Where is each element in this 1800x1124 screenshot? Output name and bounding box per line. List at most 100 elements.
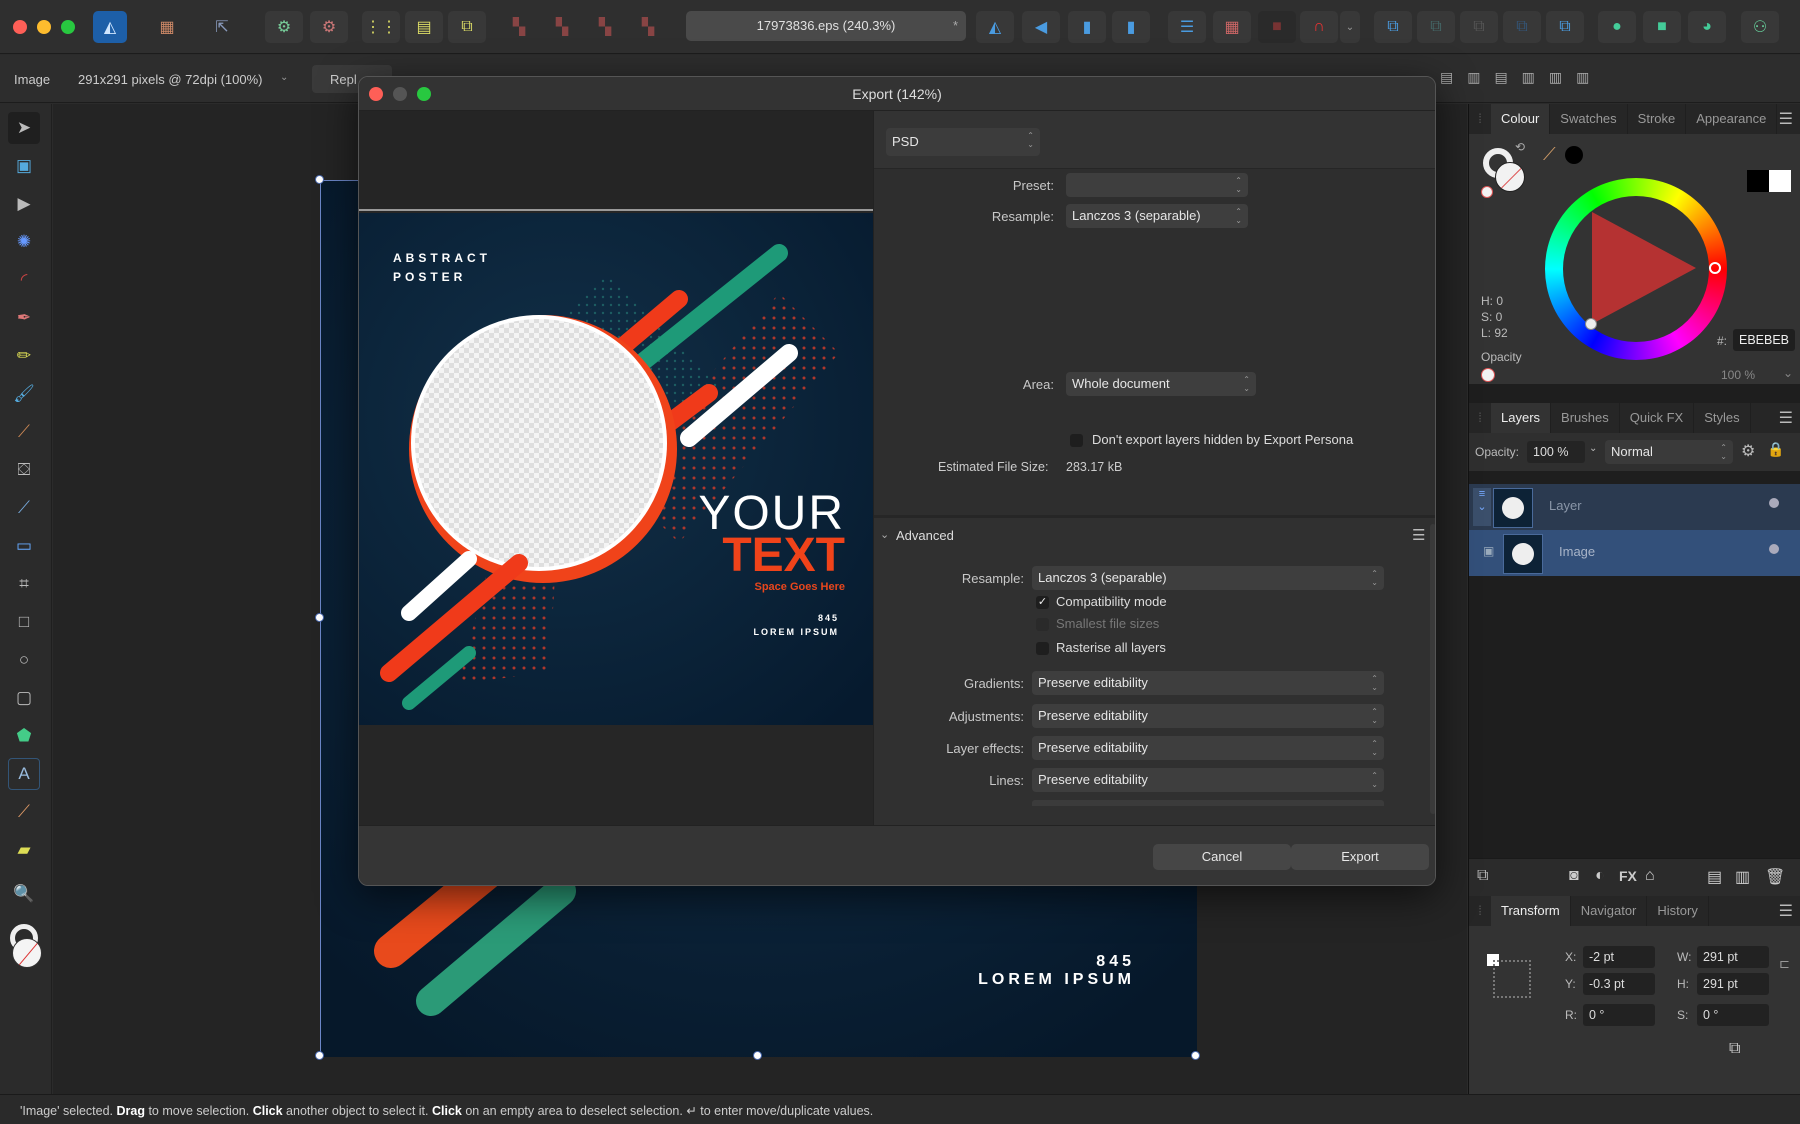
paint-brush-tool-icon[interactable]: ⟋ <box>8 416 40 448</box>
flip-horizontal-icon[interactable]: ◭ <box>976 11 1014 43</box>
rectangle-tool-icon[interactable]: □ <box>8 606 40 638</box>
insert-inside-icon[interactable]: ◕ <box>1688 11 1726 43</box>
lines-select[interactable]: Preserve editability <box>1032 768 1384 792</box>
panel-grip-icon[interactable]: ⁞ <box>1469 403 1491 433</box>
color-picker-tool-icon[interactable]: ⟋ <box>8 796 40 828</box>
boolean-add-icon[interactable]: ⧉ <box>1374 11 1412 43</box>
adv-resample-select[interactable]: Lanczos 3 (separable) <box>1032 566 1384 590</box>
transform-options-icon[interactable]: ⧉ <box>1729 1040 1740 1058</box>
tab-navigator[interactable]: Navigator <box>1571 896 1648 926</box>
selection-handle-br[interactable] <box>1191 1051 1200 1060</box>
layer-name[interactable]: Layer <box>1549 498 1582 513</box>
dialog-zoom-button[interactable] <box>417 87 431 101</box>
pixel-grid-icon[interactable]: ⋮⋮ <box>362 11 400 43</box>
boolean-subtract-icon[interactable]: ⧉ <box>1417 11 1455 43</box>
transparency-tool-icon[interactable]: ⟋ <box>8 492 40 524</box>
recent-colour-black[interactable] <box>1747 170 1769 192</box>
recent-colour-white[interactable] <box>1769 170 1791 192</box>
tab-swatches[interactable]: Swatches <box>1550 104 1628 134</box>
flip-vertical-icon[interactable]: ◀ <box>1022 11 1060 43</box>
w-input[interactable]: 291 pt <box>1697 946 1769 968</box>
window-close-button[interactable] <box>13 20 27 34</box>
layer-expand-icon[interactable]: ≡ ⌄ <box>1473 488 1491 526</box>
pen-tool-icon[interactable]: ✒ <box>8 302 40 334</box>
hidden-layers-checkbox[interactable] <box>1070 434 1083 447</box>
zoom-tool-icon[interactable]: 🔍 <box>8 878 40 910</box>
view-mode-icon[interactable]: ⚙ <box>310 11 348 43</box>
app-logo-icon[interactable]: ◭ <box>93 11 127 43</box>
x-input[interactable]: -2 pt <box>1583 946 1655 968</box>
snap-toggle-icon[interactable]: ■ <box>1258 11 1296 43</box>
node-tool-icon[interactable]: ▶ <box>8 188 40 220</box>
export-button[interactable]: Export <box>1291 844 1429 870</box>
tone-handle[interactable] <box>1585 318 1597 330</box>
layer-lock-icon[interactable]: 🔒 <box>1767 441 1784 458</box>
selection-handle-tl[interactable] <box>315 175 324 184</box>
swap-colours-icon[interactable]: ⟲ <box>1515 140 1525 154</box>
corner-tool-icon[interactable]: ◜ <box>8 264 40 296</box>
layer-settings-gear-icon[interactable]: ⚙ <box>1741 441 1755 461</box>
cancel-button[interactable]: Cancel <box>1153 844 1291 870</box>
rotation-input[interactable]: 0 ° <box>1583 1004 1655 1026</box>
gradients-select[interactable]: Preserve editability <box>1032 671 1384 695</box>
arrange-front-icon[interactable]: ▚ <box>629 11 667 43</box>
compatibility-mode-checkbox[interactable]: ✓ <box>1036 596 1049 609</box>
snapping-dropdown-icon[interactable]: ⌄ <box>1340 11 1360 43</box>
mask-layer-icon[interactable]: ◙ <box>1569 867 1579 885</box>
pencil-tool-icon[interactable]: ✏ <box>8 340 40 372</box>
image-info-chevron-icon[interactable]: ⌄ <box>280 72 288 83</box>
rounded-rectangle-tool-icon[interactable]: ▢ <box>8 682 40 714</box>
tab-layers[interactable]: Layers <box>1491 403 1552 433</box>
add-layer-icon[interactable]: ▤ <box>1707 867 1722 887</box>
arrange-backward-icon[interactable]: ▚ <box>543 11 581 43</box>
tab-appearance[interactable]: Appearance <box>1686 104 1778 134</box>
fill-stroke-swatch[interactable] <box>8 924 42 970</box>
window-minimize-button[interactable] <box>37 20 51 34</box>
selection-handle-bm[interactable] <box>753 1051 762 1060</box>
artistic-text-tool-icon[interactable]: A <box>8 758 40 790</box>
align-icon[interactable]: ☰ <box>1168 11 1206 43</box>
advanced-chevron-icon[interactable]: ⌄ <box>880 528 889 541</box>
transform-origin-icon[interactable]: ⧉ <box>448 11 486 43</box>
eyedropper-icon[interactable]: ⟋ <box>1543 144 1556 165</box>
fill-swatch[interactable] <box>1495 162 1525 192</box>
next-option-select[interactable] <box>1032 800 1384 806</box>
settings-scrollbar[interactable] <box>1430 524 1435 814</box>
user-account-icon[interactable]: ⚇ <box>1741 11 1779 43</box>
colour-opacity-dropdown-icon[interactable]: ⌄ <box>1783 366 1793 380</box>
advanced-title[interactable]: Advanced <box>896 528 954 543</box>
layer-effects-select[interactable]: Preserve editability <box>1032 736 1384 760</box>
preset-select[interactable] <box>1066 173 1248 197</box>
image-layer-name[interactable]: Image <box>1559 544 1595 559</box>
image-layer-visibility-toggle[interactable] <box>1769 544 1779 554</box>
window-zoom-button[interactable] <box>61 20 75 34</box>
advanced-menu-icon[interactable]: ☰ <box>1412 526 1425 544</box>
point-transform-tool-icon[interactable]: ✺ <box>8 226 40 258</box>
rasterise-checkbox[interactable] <box>1036 642 1049 655</box>
panel-grip-icon[interactable]: ⁞ <box>1469 104 1491 134</box>
format-select[interactable]: PSD <box>886 128 1040 156</box>
boolean-xor-icon[interactable]: ⧉ <box>1503 11 1541 43</box>
image-info-dropdown[interactable]: 291x291 pixels @ 72dpi (100%) <box>78 72 262 87</box>
snapping-icon[interactable]: ▦ <box>1213 11 1251 43</box>
transform-panel-menu-icon[interactable]: ☰ <box>1779 901 1793 921</box>
tab-transform[interactable]: Transform <box>1491 896 1571 926</box>
layer-opacity-dropdown-icon[interactable]: ⌄ <box>1589 443 1597 454</box>
rotate-left-icon[interactable]: ▮ <box>1068 11 1106 43</box>
tab-history[interactable]: History <box>1647 896 1709 926</box>
selection-handle-bl[interactable] <box>315 1051 324 1060</box>
vector-brush-tool-icon[interactable]: 🖌 <box>8 378 40 410</box>
align-distribute-icons[interactable]: ▤▥▤▥▥▥ <box>1440 69 1640 89</box>
layer-fx-icon[interactable]: FX <box>1619 868 1637 884</box>
boolean-intersect-icon[interactable]: ⧉ <box>1460 11 1498 43</box>
layer-row-selected[interactable]: ▣ Image <box>1469 530 1800 576</box>
add-pixel-layer-icon[interactable]: ▥ <box>1735 867 1750 887</box>
arrange-forward-icon[interactable]: ▚ <box>586 11 624 43</box>
insert-top-icon[interactable]: ■ <box>1643 11 1681 43</box>
tab-styles[interactable]: Styles <box>1694 403 1751 433</box>
no-colour-swatch[interactable] <box>1481 186 1493 198</box>
move-tool-icon[interactable]: ➤ <box>8 112 40 144</box>
blend-mode-select[interactable]: Normal <box>1605 440 1733 464</box>
layer-visibility-toggle[interactable] <box>1769 498 1779 508</box>
layers-panel-menu-icon[interactable]: ☰ <box>1779 408 1793 428</box>
